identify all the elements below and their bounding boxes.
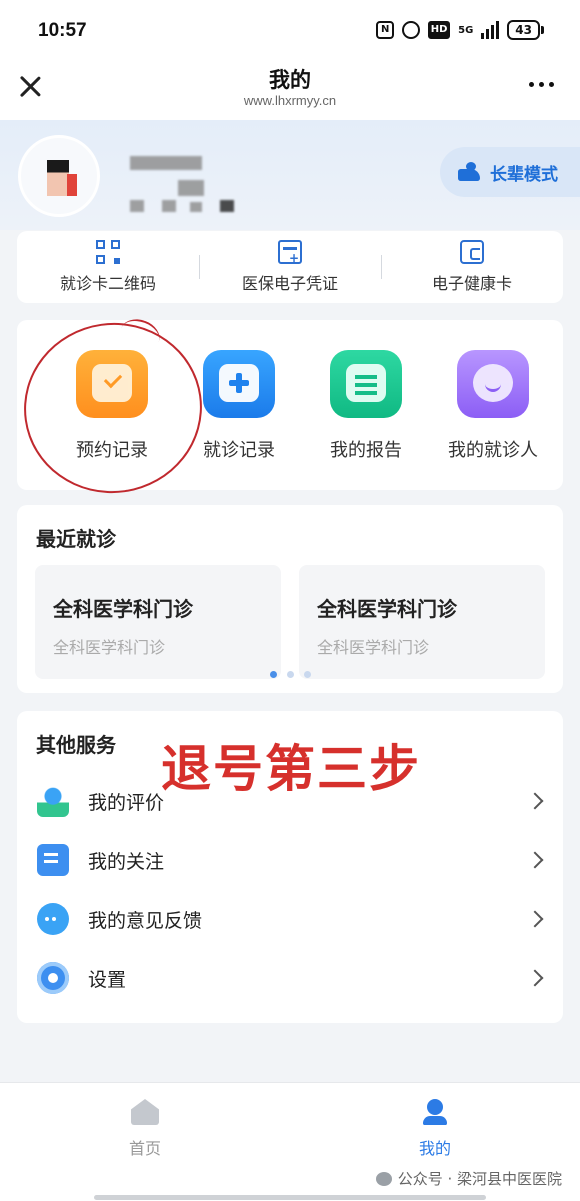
chevron-right-icon <box>526 792 544 810</box>
page-title: 我的 <box>269 68 311 92</box>
battery-level: 43 <box>507 20 540 40</box>
home-icon <box>131 1099 159 1125</box>
medical-kit-icon <box>203 350 275 418</box>
recent-visit-title: 全科医学科门诊 <box>317 597 457 621</box>
status-icons: N HD 5G 43 <box>376 20 544 40</box>
quick-links-card: 就诊卡二维码 医保电子凭证 电子健康卡 <box>17 231 563 303</box>
annotation-circle <box>13 311 213 505</box>
nav-label: 我的 <box>418 1139 451 1158</box>
status-time: 10:57 <box>38 20 87 41</box>
other-services-title: 其他服务 <box>36 733 116 757</box>
elder-mode-icon <box>458 162 482 182</box>
quick-link-label: 就诊卡二维码 <box>59 274 156 293</box>
recent-visits-card: 最近就诊 全科医学科门诊 全科医学科门诊 全科医学科门诊 全科医学科门诊 <box>17 505 563 693</box>
elder-mode-label: 长辈模式 <box>490 164 558 185</box>
menu-item-label: 我的评价 <box>88 791 165 814</box>
chevron-right-icon <box>526 851 544 869</box>
carousel-dot[interactable] <box>269 671 277 678</box>
recent-visit-subtitle: 全科医学科门诊 <box>53 638 166 657</box>
recent-visits-title: 最近就诊 <box>36 527 116 551</box>
menu-item-label: 设置 <box>88 968 127 991</box>
battery-icon: 43 <box>507 20 544 40</box>
hd-icon: HD <box>428 21 451 39</box>
menu-item-my-ratings[interactable]: 我的评价 <box>17 773 563 829</box>
watermark: 公众号 · 梁河县中医医院 <box>375 1168 562 1189</box>
insurance-card-icon <box>278 240 302 265</box>
avatar[interactable] <box>18 135 100 217</box>
services-card: 预约记录 就诊记录 我的报告 我的就诊人 <box>13 311 563 505</box>
chevron-right-icon <box>526 910 544 928</box>
service-label: 就诊记录 <box>203 440 275 461</box>
elder-mode-button[interactable]: 长辈模式 <box>440 147 580 197</box>
network-type: 5G <box>458 24 474 36</box>
profile-icon <box>421 1099 449 1125</box>
qr-code-icon <box>96 240 120 264</box>
menu-item-label: 我的关注 <box>88 850 165 873</box>
carousel-dots <box>17 671 563 678</box>
quick-link-insurance[interactable]: 医保电子凭证 <box>199 231 381 303</box>
carousel-dot[interactable] <box>303 671 311 678</box>
service-my-reports[interactable]: 我的报告 <box>306 350 426 462</box>
recent-visit-item[interactable]: 全科医学科门诊 全科医学科门诊 <box>299 565 545 679</box>
quick-link-visit-qr[interactable]: 就诊卡二维码 <box>17 231 199 303</box>
feedback-icon <box>37 903 69 935</box>
report-icon <box>330 350 402 418</box>
service-my-patients[interactable]: 我的就诊人 <box>433 350 553 462</box>
settings-icon <box>37 962 69 994</box>
patient-icon <box>457 350 529 418</box>
service-label: 我的报告 <box>330 440 402 461</box>
menu-item-label: 我的意见反馈 <box>88 909 203 932</box>
profile-header: 长辈模式 <box>0 120 580 230</box>
nav-profile[interactable]: 我的 <box>375 1099 495 1159</box>
rating-icon <box>37 785 69 817</box>
service-label: 我的就诊人 <box>448 440 538 461</box>
quick-link-label: 电子健康卡 <box>431 274 512 293</box>
menu-item-feedback[interactable]: 我的意见反馈 <box>17 891 563 947</box>
nav-label: 首页 <box>128 1139 161 1158</box>
nfc-icon: N <box>376 21 395 39</box>
health-card-icon <box>460 240 484 264</box>
page-url: www.lhxrmyy.cn <box>243 93 337 108</box>
watermark-text: 公众号 · 梁河县中医医院 <box>397 1170 562 1188</box>
carousel-dot[interactable] <box>286 671 294 678</box>
alarm-icon <box>402 21 421 39</box>
status-bar: 10:57 N HD 5G 43 <box>0 0 580 58</box>
recent-visit-item[interactable]: 全科医学科门诊 全科医学科门诊 <box>35 565 281 679</box>
recent-visit-title: 全科医学科门诊 <box>53 597 193 621</box>
quick-link-label: 医保电子凭证 <box>241 274 338 293</box>
other-services-card: 其他服务 退号第三步 我的评价 我的关注 我的意见反馈 设置 <box>17 711 563 1023</box>
nav-home[interactable]: 首页 <box>85 1099 205 1159</box>
menu-item-my-follows[interactable]: 我的关注 <box>17 832 563 888</box>
follow-icon <box>37 844 69 876</box>
header: 我的 www.lhxrmyy.cn <box>0 58 580 120</box>
quick-link-health-card[interactable]: 电子健康卡 <box>381 231 563 303</box>
signal-icon <box>481 21 500 39</box>
recent-visit-subtitle: 全科医学科门诊 <box>317 638 430 657</box>
chevron-right-icon <box>526 969 544 987</box>
wechat-icon <box>375 1171 392 1186</box>
home-indicator <box>94 1195 486 1200</box>
menu-item-settings[interactable]: 设置 <box>17 950 563 1006</box>
more-icon[interactable] <box>529 82 554 87</box>
